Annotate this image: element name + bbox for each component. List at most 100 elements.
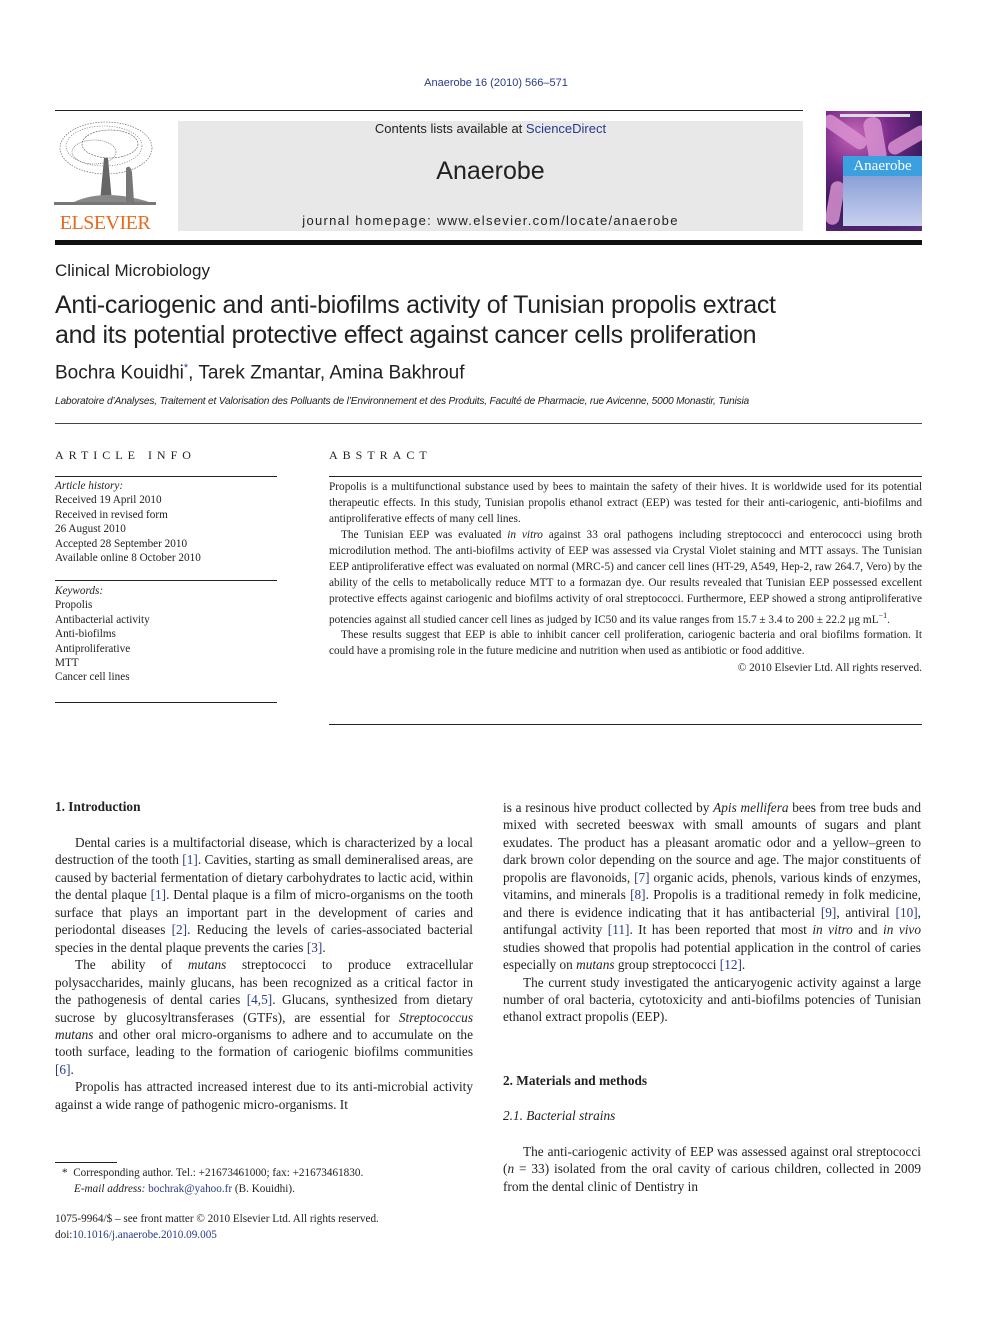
corresponding-author-footnote: * Corresponding author. Tel.: +216734610… (62, 1165, 363, 1197)
article-title-line: Anti-cariogenic and anti-biofilms activi… (55, 291, 776, 319)
subsection-heading-bacterial-strains: 2.1. Bacterial strains (503, 1108, 616, 1123)
body-paragraph: Dental caries is a multifactorial diseas… (55, 835, 474, 955)
abstract-text-italic: in vitro (507, 528, 543, 541)
author-name: Bochra Kouidhi (55, 362, 184, 384)
keywords-list: Keywords: Propolis Antibacterial activit… (55, 584, 277, 685)
footnote-marker: * (62, 1167, 68, 1179)
keyword: Antiproliferative (55, 642, 131, 655)
italic-term: Streptococcus mutans (55, 1009, 473, 1042)
journal-masthead: Contents lists available at ScienceDirec… (178, 121, 803, 231)
journal-citation[interactable]: Anaerobe 16 (2010) 566–571 (0, 77, 992, 89)
reference-link[interactable]: [1] (151, 887, 167, 902)
abstract-paragraph: Propolis is a multifunctional substance … (329, 481, 922, 525)
cover-bacterium (885, 122, 922, 158)
keyword: Anti-biofilms (55, 628, 116, 641)
email-link[interactable]: bochrak@yahoo.fr (148, 1183, 232, 1195)
reference-link[interactable]: [4,5] (247, 992, 272, 1007)
article-info-rule (55, 580, 277, 581)
body-paragraph: The anti-cariogenic activity of EEP was … (503, 1144, 921, 1194)
body-column-right-continued: The anti-cariogenic activity of EEP was … (503, 1143, 921, 1195)
cover-inset-image (843, 176, 922, 226)
reference-link[interactable]: [1] (182, 852, 198, 867)
italic-term: mutans (576, 957, 615, 973)
doi-link[interactable]: 10.1016/j.anaerobe.2010.09.005 (72, 1229, 216, 1241)
journal-homepage-link[interactable]: journal homepage: www.elsevier.com/locat… (178, 213, 803, 228)
body-paragraph: The ability of mutans streptococci to pr… (55, 957, 473, 1077)
history-item: Accepted 28 September 2010 (55, 537, 188, 550)
article-info-heading: ARTICLE INFO (55, 448, 196, 462)
article-title-line: and its potential protective effect agai… (55, 321, 757, 349)
abstract-text: . (887, 613, 890, 626)
author-separator: , (319, 362, 330, 384)
keyword: Cancer cell lines (55, 671, 130, 684)
article-history-label: Article history: (55, 480, 124, 492)
italic-term: mutans (187, 957, 227, 973)
title-rule (55, 423, 922, 424)
body-paragraph: is a resinous hive product collected by … (503, 800, 921, 973)
author-separator: , (188, 362, 199, 384)
header-thick-rule (55, 240, 922, 245)
header-rule (55, 110, 803, 111)
reference-link[interactable]: [11] (608, 922, 630, 937)
cover-bacterium (826, 111, 870, 153)
elsevier-tree-icon (54, 118, 156, 210)
contents-line: Contents lists available at ScienceDirec… (178, 121, 803, 136)
email-label: E-mail address: (74, 1183, 149, 1195)
email-suffix: (B. Kouidhi). (232, 1183, 295, 1195)
author-list: Bochra Kouidhi*, Tarek Zmantar, Amina Ba… (55, 362, 465, 384)
article-info-rule (55, 702, 277, 703)
body-paragraph: Propolis has attracted increased interes… (55, 1079, 473, 1112)
abstract-paragraph: The Tunisian EEP was evaluated in vitro … (329, 528, 922, 628)
body-column-right: is a resinous hive product collected by … (503, 799, 921, 1026)
article-history: Article history: Received 19 April 2010 … (55, 479, 277, 565)
history-item: 26 August 2010 (55, 523, 126, 536)
article-section: Clinical Microbiology (55, 261, 210, 280)
italic-term: Apis mellifera (713, 800, 789, 815)
author-affiliation: Laboratoire d’Analyses, Traitement et Va… (55, 396, 749, 407)
abstract-body: Propolis is a multifunctional substance … (329, 480, 922, 677)
reference-link[interactable]: [7] (634, 870, 650, 885)
footnote-rule (55, 1162, 117, 1163)
italic-term: n (507, 1161, 515, 1177)
abstract-rule (329, 476, 922, 477)
abstract-rule (329, 724, 922, 725)
elsevier-wordmark: ELSEVIER (59, 212, 151, 234)
author-name: Tarek Zmantar (198, 362, 320, 384)
cover-title: Anaerobe (853, 158, 912, 174)
italic-term: in vivo (883, 922, 921, 938)
doi-prefix: doi: (55, 1229, 73, 1241)
reference-link[interactable]: [3] (307, 940, 323, 955)
reference-link[interactable]: [2] (172, 922, 188, 937)
abstract-copyright: © 2010 Elsevier Ltd. All rights reserved… (737, 662, 922, 675)
keywords-label: Keywords: (55, 585, 104, 597)
reference-link[interactable]: [10] (896, 905, 918, 920)
italic-term: in vitro (812, 922, 853, 938)
keyword: MTT (55, 657, 79, 670)
keyword: Antibacterial activity (55, 613, 150, 626)
sciencedirect-link[interactable]: ScienceDirect (526, 121, 606, 136)
front-matter: 1075-9964/$ – see front matter © 2010 El… (55, 1211, 379, 1243)
reference-link[interactable]: [9] (821, 905, 837, 920)
article-info-rule (55, 476, 277, 477)
abstract-text: The Tunisian EEP was evaluated (341, 528, 508, 541)
keyword: Propolis (55, 599, 93, 612)
contents-prefix: Contents lists available at (374, 121, 526, 136)
reference-link[interactable]: [8] (630, 887, 646, 902)
section-heading-introduction: 1. Introduction (55, 799, 141, 814)
reference-link[interactable]: [6] (55, 1062, 71, 1077)
abstract-superscript: −1 (878, 610, 888, 620)
body-paragraph: The current study investigated the antic… (503, 974, 921, 1025)
elsevier-logo[interactable]: ELSEVIER (54, 118, 156, 236)
abstract-text: against 33 oral pathogens including stre… (329, 528, 922, 626)
footnote-text: Corresponding author. Tel.: +21673461000… (73, 1167, 364, 1179)
history-item: Received in revised form (55, 508, 168, 521)
section-heading-methods: 2. Materials and methods (503, 1073, 648, 1088)
front-matter-text: 1075-9964/$ – see front matter © 2010 El… (55, 1213, 379, 1225)
abstract-paragraph: These results suggest that EEP is able t… (329, 629, 922, 658)
journal-cover-image[interactable]: Anaerobe (826, 111, 922, 231)
reference-link[interactable]: [12] (720, 957, 742, 972)
journal-name: Anaerobe (436, 157, 545, 185)
article-title: Anti-cariogenic and anti-biofilms activi… (55, 290, 915, 350)
body-column-left: Dental caries is a multifactorial diseas… (55, 834, 473, 1113)
history-item: Received 19 April 2010 (55, 494, 162, 507)
